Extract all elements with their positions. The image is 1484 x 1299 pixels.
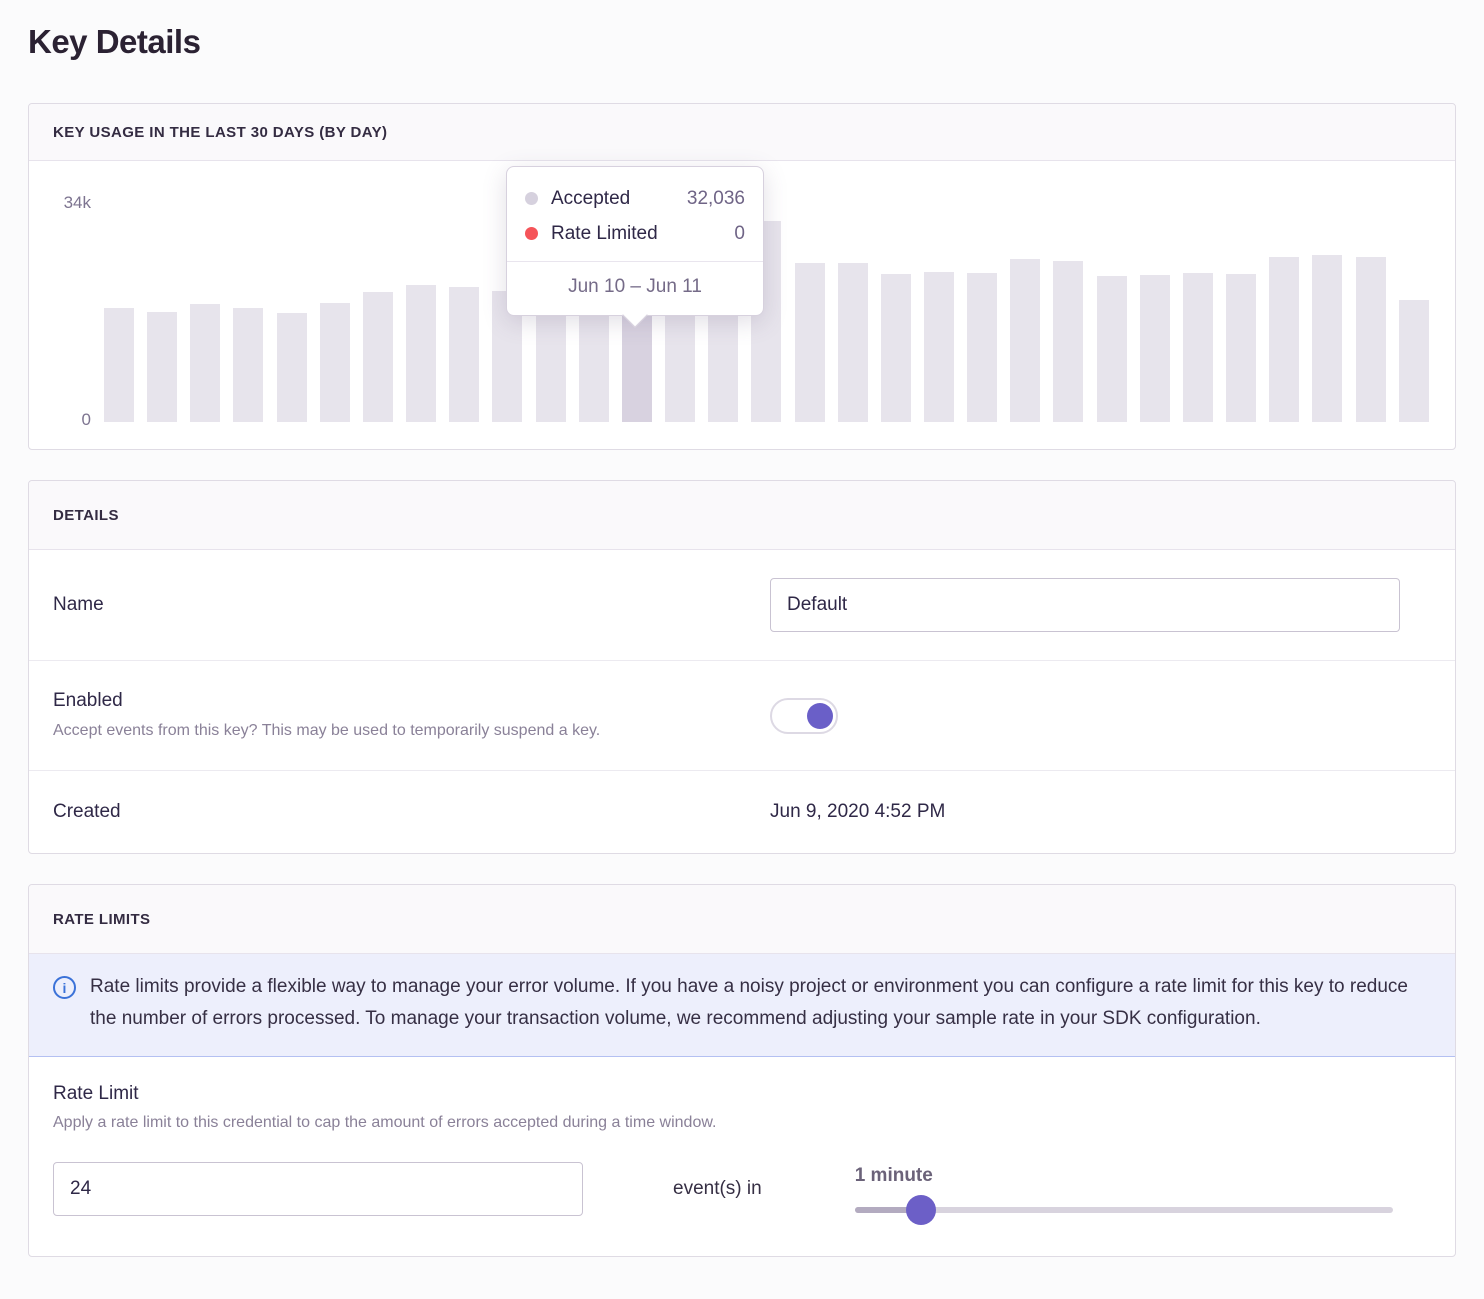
rate-limits-info-alert: i Rate limits provide a flexible way to … <box>29 954 1455 1057</box>
usage-bar[interactable] <box>1097 276 1127 422</box>
chart-tooltip: Accepted 32,036 Rate Limited 0 Jun 10 – … <box>506 166 764 316</box>
usage-bar[interactable] <box>104 308 134 422</box>
created-value: Jun 9, 2020 4:52 PM <box>770 801 945 823</box>
rate-limits-panel: RATE LIMITS i Rate limits provide a flex… <box>28 884 1456 1257</box>
rate-limit-field: Rate Limit Apply a rate limit to this cr… <box>29 1057 1455 1256</box>
name-input[interactable] <box>770 578 1400 632</box>
info-circle-icon: i <box>53 976 76 999</box>
tooltip-accepted-row: Accepted 32,036 <box>525 181 745 216</box>
usage-bar[interactable] <box>838 263 868 422</box>
slider-track[interactable] <box>855 1207 1393 1213</box>
details-panel: DETAILS Name Enabled Accept events from … <box>28 480 1456 854</box>
usage-bar[interactable] <box>1312 255 1342 422</box>
rate-limits-info-text: Rate limits provide a flexible way to ma… <box>90 971 1420 1035</box>
accepted-value: 32,036 <box>687 188 745 210</box>
enabled-toggle[interactable] <box>770 698 838 734</box>
usage-bar[interactable] <box>1053 261 1083 422</box>
usage-bar[interactable] <box>147 312 177 422</box>
created-row: Created Jun 9, 2020 4:52 PM <box>29 771 1455 853</box>
bars-container <box>104 204 1429 422</box>
usage-bar[interactable] <box>881 274 911 422</box>
rate-limited-label: Rate Limited <box>551 223 658 245</box>
usage-bar[interactable] <box>1140 275 1170 422</box>
usage-bar[interactable] <box>363 292 393 422</box>
details-panel-header: DETAILS <box>29 481 1455 550</box>
usage-panel-header: KEY USAGE IN THE LAST 30 DAYS (BY DAY) <box>29 104 1455 161</box>
usage-bar[interactable] <box>924 272 954 422</box>
usage-bar[interactable] <box>320 303 350 422</box>
enabled-label: Enabled <box>53 690 750 712</box>
accepted-dot-icon <box>525 192 538 205</box>
accepted-label: Accepted <box>551 188 630 210</box>
usage-bar[interactable] <box>795 263 825 422</box>
usage-bar[interactable] <box>967 273 997 422</box>
usage-bar[interactable] <box>233 308 263 422</box>
created-label: Created <box>53 801 750 823</box>
rate-limited-dot-icon <box>525 227 538 240</box>
y-axis-max-label: 34k <box>29 193 91 213</box>
rate-limit-description: Apply a rate limit to this credential to… <box>53 1114 1431 1132</box>
name-label: Name <box>53 594 750 616</box>
slider-knob[interactable] <box>906 1195 936 1225</box>
tooltip-rate-limited-row: Rate Limited 0 <box>525 216 745 251</box>
rate-limit-label: Rate Limit <box>53 1083 1431 1105</box>
y-axis-min-label: 0 <box>29 410 91 430</box>
rate-limited-value: 0 <box>734 223 745 245</box>
rate-limits-panel-header: RATE LIMITS <box>29 885 1455 954</box>
rate-limit-count-input[interactable] <box>53 1162 583 1216</box>
usage-bar[interactable] <box>1356 257 1386 422</box>
usage-chart: 34k 0 Accepted 32,036 Rate Limited 0 Jun… <box>29 161 1455 449</box>
usage-panel: KEY USAGE IN THE LAST 30 DAYS (BY DAY) 3… <box>28 103 1456 450</box>
page-title: Key Details <box>28 22 1456 62</box>
name-row: Name <box>29 550 1455 661</box>
enabled-description: Accept events from this key? This may be… <box>53 720 750 742</box>
usage-bar[interactable] <box>406 285 436 422</box>
toggle-knob-icon <box>807 703 833 729</box>
usage-bar[interactable] <box>1226 274 1256 422</box>
usage-bar[interactable] <box>449 287 479 422</box>
usage-bar[interactable] <box>1269 257 1299 422</box>
usage-bar[interactable] <box>1399 300 1429 422</box>
usage-bar[interactable] <box>1183 273 1213 422</box>
chart-tooltip-body: Accepted 32,036 Rate Limited 0 <box>507 167 763 261</box>
rate-limit-window-slider: 1 minute <box>855 1165 1393 1213</box>
events-in-label: event(s) in <box>673 1178 762 1200</box>
usage-bar[interactable] <box>1010 259 1040 422</box>
window-value-label: 1 minute <box>855 1165 1393 1187</box>
usage-bar[interactable] <box>190 304 220 422</box>
usage-bar[interactable] <box>277 313 307 422</box>
enabled-row: Enabled Accept events from this key? Thi… <box>29 661 1455 771</box>
rate-limit-controls: event(s) in 1 minute <box>53 1162 1431 1216</box>
tooltip-date-range: Jun 10 – Jun 11 <box>507 261 763 315</box>
